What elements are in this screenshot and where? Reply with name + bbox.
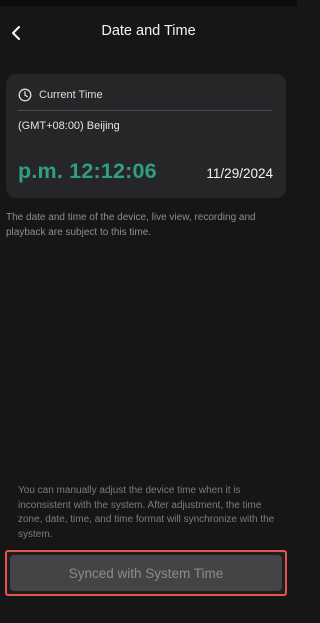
adjust-time-note: You can manually adjust the device time … — [18, 485, 275, 540]
page-title: Date and Time — [101, 23, 196, 39]
current-time-label: Current Time — [39, 89, 103, 101]
current-time-card: Current Time (GMT+08:00) Beijing p.m. 12… — [6, 74, 286, 198]
sync-with-system-time-button[interactable]: Synced with System Time — [5, 550, 287, 596]
header-bar: Date and Time — [0, 14, 297, 52]
clock-icon — [18, 88, 32, 102]
timezone-text: (GMT+08:00) Beijing — [18, 120, 120, 132]
sync-button-label: Synced with System Time — [10, 555, 282, 591]
card-divider — [18, 110, 272, 111]
current-date-value: 11/29/2024 — [206, 166, 273, 181]
status-bar-strip — [0, 0, 297, 6]
current-time-value: p.m. 12:12:06 — [18, 159, 157, 183]
device-time-note: The date and time of the device, live vi… — [6, 212, 256, 238]
card-heading: Current Time — [18, 88, 103, 102]
